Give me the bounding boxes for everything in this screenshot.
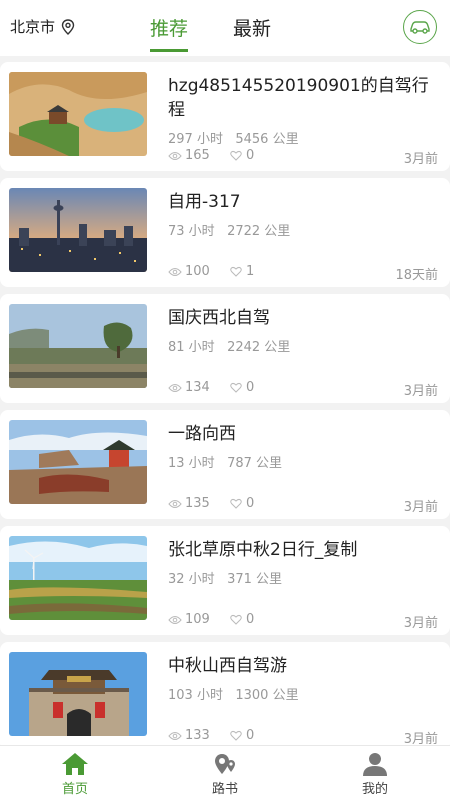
bottom-tab-bar: 首页 路书 我的 bbox=[0, 745, 450, 800]
trip-time: 3月前 bbox=[403, 616, 438, 631]
tab-home-label: 首页 bbox=[61, 782, 88, 797]
view-count: 133 bbox=[185, 728, 210, 743]
trip-hours: 73 小时 bbox=[168, 224, 215, 239]
home-icon bbox=[62, 753, 88, 775]
trip-card[interactable]: 一路向西 13 小时 787 公里 135 0 3月前 bbox=[0, 410, 450, 519]
trip-distance: 1300 公里 bbox=[235, 688, 299, 703]
eye-icon bbox=[168, 151, 182, 160]
trip-title: 自用-317 bbox=[168, 192, 241, 212]
view-count: 100 bbox=[185, 264, 210, 279]
tab-home[interactable]: 首页 bbox=[35, 752, 115, 797]
trip-title: hzg485145520190901的自驾行程 bbox=[168, 76, 429, 120]
trip-title: 一路向西 bbox=[168, 424, 236, 444]
trip-meta: 73 小时 2722 公里 bbox=[168, 220, 290, 239]
tab-latest[interactable]: 最新 bbox=[233, 14, 271, 41]
car-icon bbox=[410, 21, 430, 34]
heart-icon[interactable] bbox=[230, 730, 242, 741]
trip-hours: 103 小时 bbox=[168, 688, 223, 703]
trip-distance: 5456 公里 bbox=[235, 132, 299, 147]
view-count: 134 bbox=[185, 380, 210, 395]
eye-icon bbox=[168, 267, 182, 276]
trip-hours: 32 小时 bbox=[168, 572, 215, 587]
trip-stats: 134 0 bbox=[168, 380, 257, 395]
trip-stats: 133 0 bbox=[168, 728, 257, 743]
trip-thumbnail bbox=[9, 536, 147, 620]
trip-distance: 371 公里 bbox=[227, 572, 283, 587]
trip-hours: 81 小时 bbox=[168, 340, 215, 355]
trip-card[interactable]: 自用-317 73 小时 2722 公里 100 1 18天前 bbox=[0, 178, 450, 287]
heart-icon[interactable] bbox=[230, 150, 242, 161]
heart-icon[interactable] bbox=[230, 266, 242, 277]
eye-icon bbox=[168, 499, 182, 508]
car-button[interactable] bbox=[403, 10, 437, 44]
trip-card[interactable]: 国庆西北自驾 81 小时 2242 公里 134 0 3月前 bbox=[0, 294, 450, 403]
view-count: 135 bbox=[185, 496, 210, 511]
trip-meta: 103 小时 1300 公里 bbox=[168, 684, 299, 703]
like-count: 0 bbox=[246, 728, 255, 743]
map-pin-icon bbox=[215, 754, 235, 774]
trip-hours: 297 小时 bbox=[168, 132, 223, 147]
trip-meta: 13 小时 787 公里 bbox=[168, 452, 282, 471]
tab-mine-label: 我的 bbox=[361, 782, 388, 797]
tab-routes-label: 路书 bbox=[211, 782, 238, 797]
tab-routes[interactable]: 路书 bbox=[185, 752, 265, 797]
trip-thumbnail bbox=[9, 72, 147, 156]
trip-stats: 100 1 bbox=[168, 264, 257, 279]
trip-card[interactable]: hzg485145520190901的自驾行程 297 小时 5456 公里 1… bbox=[0, 62, 450, 171]
like-count: 0 bbox=[246, 496, 255, 511]
trip-time: 3月前 bbox=[403, 152, 438, 167]
city-label: 北京市 bbox=[10, 18, 56, 36]
user-icon bbox=[363, 753, 387, 776]
eye-icon bbox=[168, 615, 182, 624]
trip-thumbnail bbox=[9, 188, 147, 272]
trip-meta: 81 小时 2242 公里 bbox=[168, 336, 290, 355]
trip-thumbnail bbox=[9, 420, 147, 504]
trip-meta: 297 小时 5456 公里 bbox=[168, 128, 299, 147]
trip-title: 中秋山西自驾游 bbox=[168, 656, 287, 676]
heart-icon[interactable] bbox=[230, 498, 242, 509]
like-count: 0 bbox=[246, 612, 255, 627]
view-count: 165 bbox=[185, 148, 210, 163]
trip-stats: 165 0 bbox=[168, 148, 257, 163]
trip-distance: 787 公里 bbox=[227, 456, 283, 471]
trip-hours: 13 小时 bbox=[168, 456, 215, 471]
trip-distance: 2242 公里 bbox=[227, 340, 291, 355]
like-count: 0 bbox=[246, 148, 255, 163]
trip-thumbnail bbox=[9, 652, 147, 736]
heart-icon[interactable] bbox=[230, 614, 242, 625]
tab-mine[interactable]: 我的 bbox=[335, 752, 415, 797]
like-count: 1 bbox=[246, 264, 255, 279]
trip-title: 张北草原中秋2日行_复制 bbox=[168, 540, 358, 560]
trip-time: 18天前 bbox=[395, 268, 438, 283]
trip-meta: 32 小时 371 公里 bbox=[168, 568, 282, 587]
trip-card[interactable]: 张北草原中秋2日行_复制 32 小时 371 公里 109 0 3月前 bbox=[0, 526, 450, 635]
trip-time: 3月前 bbox=[403, 500, 438, 515]
tab-recommended[interactable]: 推荐 bbox=[150, 14, 189, 52]
view-count: 109 bbox=[185, 612, 210, 627]
trip-title: 国庆西北自驾 bbox=[168, 308, 270, 328]
city-selector[interactable]: 北京市 bbox=[10, 16, 75, 37]
trip-distance: 2722 公里 bbox=[227, 224, 291, 239]
trip-card[interactable]: 中秋山西自驾游 103 小时 1300 公里 133 0 3月前 bbox=[0, 642, 450, 751]
top-bar: 北京市 推荐 最新 bbox=[0, 0, 450, 56]
trip-time: 3月前 bbox=[403, 384, 438, 399]
trip-stats: 135 0 bbox=[168, 496, 257, 511]
trip-stats: 109 0 bbox=[168, 612, 257, 627]
eye-icon bbox=[168, 731, 182, 740]
eye-icon bbox=[168, 383, 182, 392]
heart-icon[interactable] bbox=[230, 382, 242, 393]
trip-thumbnail bbox=[9, 304, 147, 388]
feed-tabs: 推荐 最新 bbox=[150, 14, 316, 52]
like-count: 0 bbox=[246, 380, 255, 395]
location-pin-icon bbox=[61, 18, 75, 35]
